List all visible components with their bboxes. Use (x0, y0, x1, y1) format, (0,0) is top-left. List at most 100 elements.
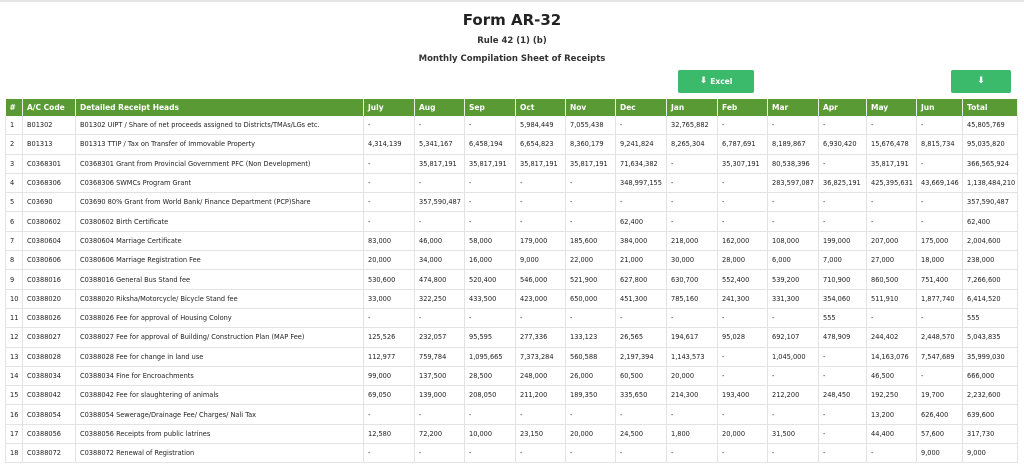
table-row: 7 C0380604 C0380604 Marriage Certificate 83… (5, 231, 1018, 252)
table-cell: 560,588 (565, 347, 616, 367)
column-header: July (363, 99, 415, 116)
table-cell: 95,028 (717, 327, 768, 348)
table-cell: - (464, 116, 516, 136)
table-cell: - (565, 443, 616, 464)
table-cell: 212,200 (767, 385, 819, 406)
table-cell: C0380602 Birth Certificate (75, 211, 364, 232)
table-cell: - (464, 211, 516, 232)
column-header: Jun (916, 99, 963, 116)
table-row: 12 C0388027 C0388027 Fee for approval of B… (5, 327, 1018, 348)
table-cell: 20,000 (565, 424, 616, 445)
table-cell: - (515, 404, 566, 425)
table-cell: 7,055,438 (565, 116, 616, 136)
table-cell: 60,500 (615, 366, 667, 387)
table-cell: 7 (5, 231, 23, 252)
table-cell: - (866, 192, 917, 213)
table-cell: 24,500 (615, 424, 667, 445)
table-cell: 26,000 (565, 366, 616, 387)
table-cell: 23,150 (515, 424, 566, 445)
table-cell: C0388028 Fee for change in land use (75, 347, 364, 367)
table-cell: - (464, 443, 516, 464)
table-cell: 650,000 (565, 289, 616, 309)
table-cell: 9,000 (962, 443, 1018, 464)
table-cell: 6,787,691 (717, 134, 768, 155)
table-cell: 3 (5, 154, 23, 174)
table-cell: 7,000 (818, 250, 867, 271)
table-cell: 72,200 (414, 424, 465, 445)
table-cell: C0388020 Riksha/Motorcycle/ Bicycle Stan… (75, 289, 364, 309)
table-cell: 785,160 (666, 289, 718, 309)
table-cell: - (666, 308, 718, 329)
table-cell: - (866, 116, 917, 136)
table-cell: - (615, 192, 667, 213)
table-cell: 232,057 (414, 327, 465, 348)
column-header: # (5, 99, 23, 116)
table-cell: 27,000 (866, 250, 917, 271)
table-cell: - (515, 443, 566, 464)
table-cell: - (464, 192, 516, 213)
table-cell: - (464, 173, 516, 194)
table-cell: C0388016 (22, 269, 76, 290)
export-excel-button[interactable]: ⬇ Excel (678, 70, 754, 93)
table-cell: - (666, 192, 718, 213)
table-cell: 35,999,030 (962, 347, 1018, 367)
table-cell: 5,341,167 (414, 134, 465, 155)
table-cell: - (666, 211, 718, 232)
table-cell: B01313 TTIP / Tax on Transfer of Immovab… (75, 134, 364, 155)
table-cell: 139,000 (414, 385, 465, 406)
table-cell: - (414, 211, 465, 232)
table-row: 15 C0388042 C0388042 Fee for slaughtering … (5, 385, 1018, 406)
table-cell: 384,000 (615, 231, 667, 252)
table-cell: 194,617 (666, 327, 718, 348)
table-cell: 546,000 (515, 269, 566, 290)
table-cell: 751,400 (916, 269, 963, 290)
table-cell: 26,565 (615, 327, 667, 348)
table-cell: - (414, 404, 465, 425)
table-cell: 317,730 (962, 424, 1018, 445)
download-button[interactable]: ⬇ (951, 70, 1011, 93)
table-cell: 248,450 (818, 385, 867, 406)
table-cell: C0388072 Renewal of Registration (75, 443, 364, 464)
table-cell: C0368301 (22, 154, 76, 174)
table-cell: 244,402 (866, 327, 917, 348)
table-row: 18 C0388072 C0388072 Renewal of Registrati… (5, 443, 1018, 464)
table-cell: - (717, 308, 768, 329)
table-cell: 71,634,382 (615, 154, 667, 174)
table-row: 3 C0368301 C0368301 Grant from Provincial … (5, 154, 1018, 174)
table-cell: - (866, 211, 917, 232)
column-header: Oct (515, 99, 566, 116)
table-cell: 125,526 (363, 327, 415, 348)
column-header: May (866, 99, 917, 116)
table-cell: - (818, 424, 867, 445)
table-cell: - (717, 211, 768, 232)
table-cell: 710,900 (818, 269, 867, 290)
table-cell: 4,314,139 (363, 134, 415, 155)
table-cell: 13 (5, 347, 23, 367)
table-cell: - (916, 154, 963, 174)
table-cell: 99,000 (363, 366, 415, 387)
receipts-table: # A/C Code Detailed Receipt Heads July Aug Se… (5, 99, 1018, 464)
table-cell: - (515, 192, 566, 213)
table-cell: - (565, 211, 616, 232)
table-cell: C0368306 (22, 173, 76, 194)
table-cell: 20,000 (717, 424, 768, 445)
table-cell: 15 (5, 385, 23, 406)
table-cell: 366,565,924 (962, 154, 1018, 174)
table-cell: 35,817,191 (414, 154, 465, 174)
table-cell: - (717, 366, 768, 387)
table-cell: C0388016 General Bus Stand fee (75, 269, 364, 290)
table-cell: 639,600 (962, 404, 1018, 425)
table-cell: - (666, 173, 718, 194)
table-row: 13 C0388028 C0388028 Fee for change in lan… (5, 347, 1018, 367)
table-cell: 192,250 (866, 385, 917, 406)
table-cell: 555 (818, 308, 867, 329)
column-header: Detailed Receipt Heads (75, 99, 364, 116)
table-cell: - (464, 404, 516, 425)
table-cell: 530,600 (363, 269, 415, 290)
table-cell: 555 (962, 308, 1018, 329)
table-cell: - (717, 173, 768, 194)
table-cell: - (515, 211, 566, 232)
table-cell: 1 (5, 116, 23, 136)
table-cell: 211,200 (515, 385, 566, 406)
table-cell: - (363, 192, 415, 213)
